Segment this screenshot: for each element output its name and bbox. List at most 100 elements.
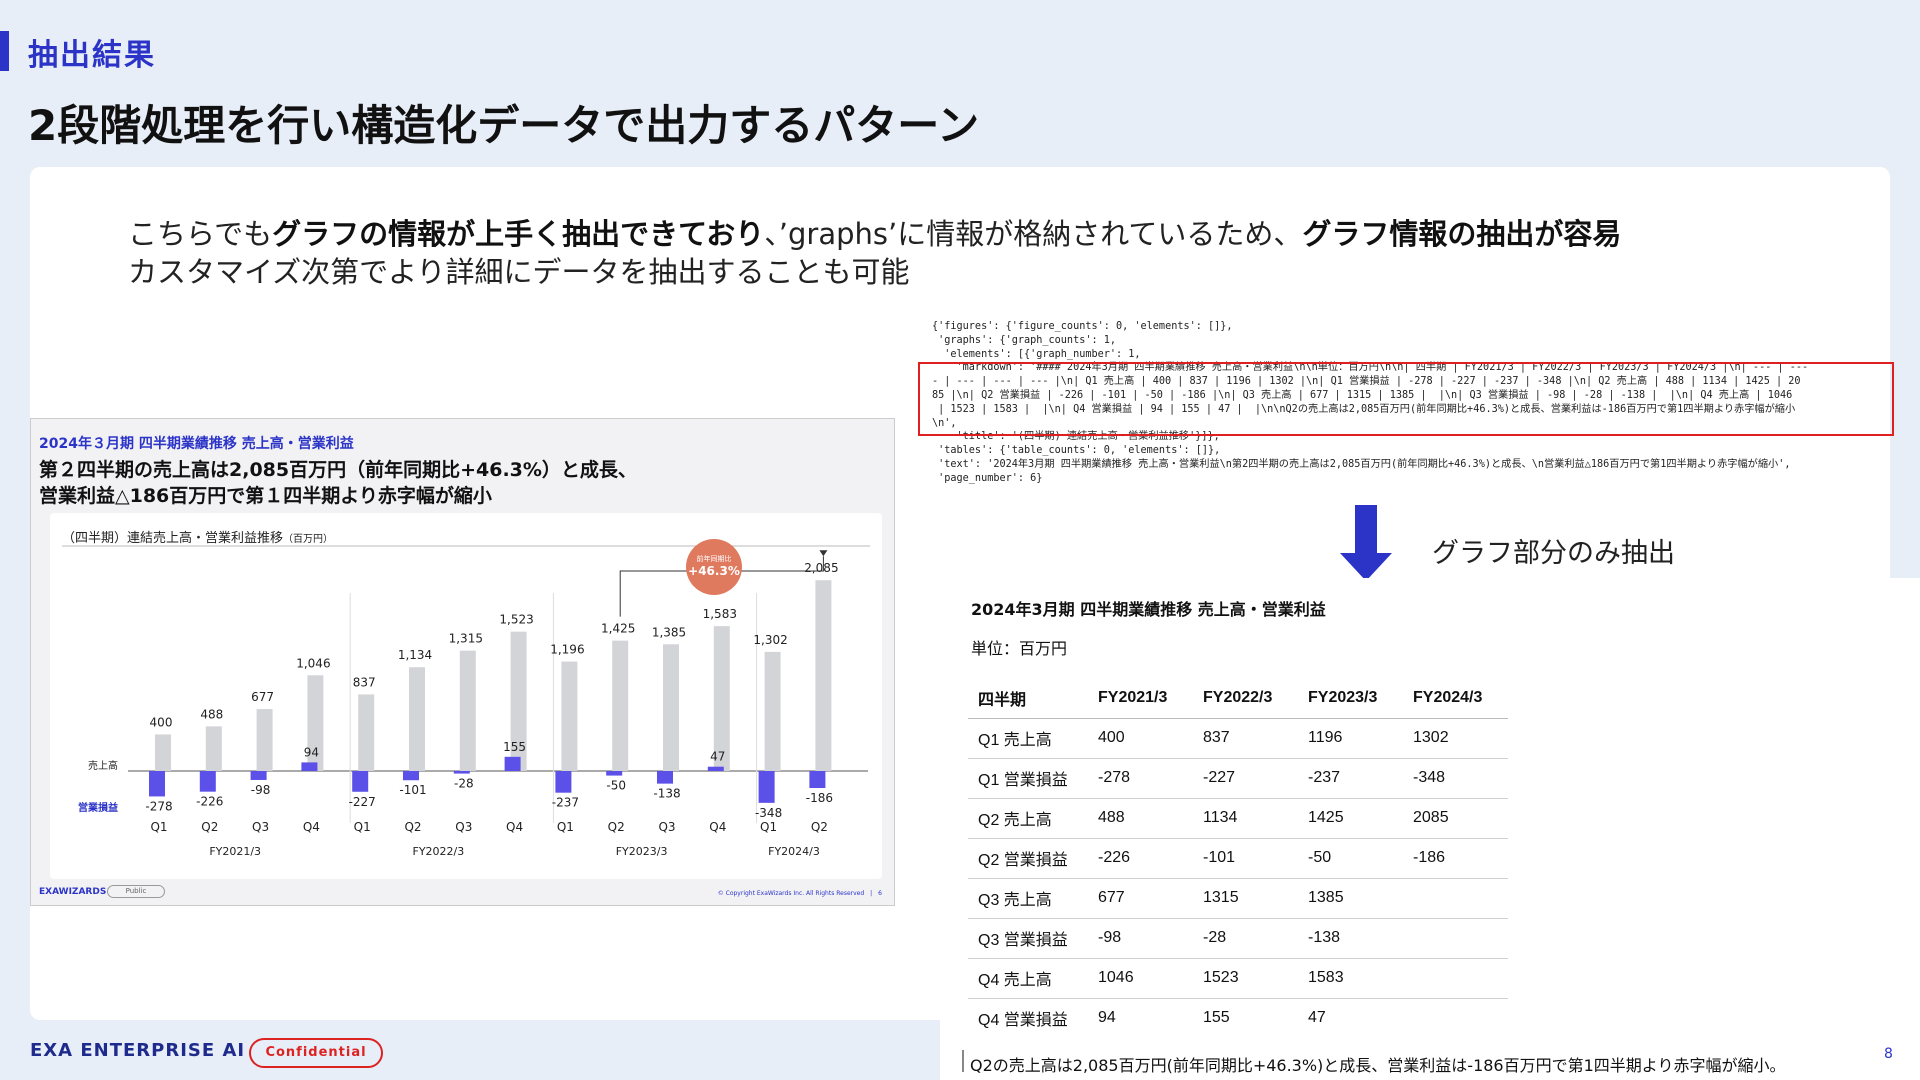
sales-data-label: 488 <box>200 707 223 721</box>
profit-bar <box>301 762 318 771</box>
table-cell: 1196 <box>1298 717 1403 758</box>
x-tick-label: Q4 <box>303 820 320 834</box>
table-cell: 1134 <box>1193 797 1298 838</box>
lead-line-2: カスタマイズ次第でより詳細にデータを抽出することも可能 <box>128 255 910 289</box>
sales-data-label: 1,046 <box>296 656 330 670</box>
sales-data-label: 1,134 <box>398 648 432 662</box>
table-cell: 47 <box>1298 997 1403 1038</box>
sales-data-label: 1,425 <box>601 622 635 636</box>
table-row: Q3 営業損益 -98 -28 -138 <box>968 917 1508 958</box>
table-cell: Q4 売上高 <box>968 957 1088 998</box>
table-row: Q1 営業損益 -278 -227 -237 -348 <box>968 757 1508 798</box>
profit-bar <box>657 771 673 784</box>
lead-text-bold: グラフ情報の抽出が容易 <box>1302 217 1622 251</box>
result-note: Q2の売上高は2,085百万円(前年同期比+46.3%)と成長、営業利益は-18… <box>970 1056 1786 1075</box>
table-row: Q2 営業損益 -226 -101 -50 -186 <box>968 837 1508 878</box>
bar-chart: 売上高営業損益 400 -278 Q1 488 -226 Q2 677 -98 Q3 1,046 94… <box>62 539 870 858</box>
table-cell: -348 <box>1403 757 1508 798</box>
table-cell: -98 <box>1088 917 1193 958</box>
table-cell: Q3 売上高 <box>968 877 1088 918</box>
table-cell: 488 <box>1088 797 1193 838</box>
x-tick-label: Q3 <box>455 820 472 834</box>
x-tick-label: Q1 <box>150 820 167 834</box>
confidential-badge: Confidential <box>249 1038 383 1068</box>
sales-data-label: 837 <box>353 675 376 689</box>
x-tick-label: Q3 <box>252 820 269 834</box>
slide-kicker: 2024年３月期 四半期業績推移 売上高・営業利益 <box>39 436 354 452</box>
profit-data-label: -237 <box>552 796 579 810</box>
profit-data-label: -138 <box>653 787 680 801</box>
table-cell: 1385 <box>1298 877 1403 918</box>
table-cell: 677 <box>1088 877 1193 918</box>
code-line: 'page_number': 6} <box>932 472 1043 484</box>
table-cell: 1315 <box>1193 877 1298 918</box>
table-cell: Q2 売上高 <box>968 797 1088 838</box>
section-accent-bar <box>0 31 9 71</box>
profit-data-label: -278 <box>145 799 172 813</box>
sales-bar <box>764 651 781 771</box>
x-tick-label: Q1 <box>354 820 371 834</box>
table-cell: 2085 <box>1403 797 1508 838</box>
lead-text-bold: グラフの情報が上手く抽出できており <box>272 217 765 251</box>
slide-headline-line-2: 営業利益△186百万円で第１四半期より赤字幅が縮小 <box>39 485 492 507</box>
table-header-cell: FY2021/3 <box>1088 678 1193 719</box>
code-line: {'figures': {'figure_counts': 0, 'elemen… <box>932 321 1233 332</box>
profit-data-label: -28 <box>454 777 474 791</box>
sales-data-label: 400 <box>150 715 173 729</box>
x-group-label: FY2024/3 <box>768 845 820 858</box>
table-cell: -226 <box>1088 837 1193 878</box>
sales-bar <box>256 709 273 771</box>
x-tick-label: Q2 <box>608 820 625 834</box>
x-tick-label: Q2 <box>201 820 218 834</box>
sales-data-label: 1,302 <box>753 633 787 647</box>
code-line: 'text': '2024年3月期 四半期業績推移 売上高・営業利益\n第2四半… <box>932 458 1791 470</box>
profit-bar <box>555 771 572 793</box>
yoy-badge-value: +46.3% <box>688 564 740 578</box>
profit-data-label: -186 <box>806 791 833 805</box>
result-unit: 単位：百万円 <box>971 639 1068 658</box>
table-cell: -237 <box>1298 757 1403 798</box>
arrow-label: グラフ部分のみ抽出 <box>1432 538 1675 569</box>
table-header-cell: FY2023/3 <box>1298 678 1403 719</box>
slide-headline-line-1: 第２四半期の売上高は2,085百万円（前年同期比+46.3%）と成長、 <box>39 459 637 481</box>
sales-bar <box>205 726 222 771</box>
profit-bar <box>453 771 470 774</box>
page-number: 8 <box>1884 1046 1893 1062</box>
table-cell <box>1403 917 1508 958</box>
table-cell: 1046 <box>1088 957 1193 998</box>
series-label-sales: 売上高 <box>88 759 118 772</box>
profit-bar <box>606 771 623 776</box>
profit-bar <box>403 771 419 781</box>
table-cell: 1425 <box>1298 797 1403 838</box>
slide-footer-logo: EXAWIZARDS <box>39 887 107 897</box>
lead-line-1: こちらでもグラフの情報が上手く抽出できており、’graphs’に情報が格納されて… <box>128 215 1621 253</box>
slide-footer-copyright: © Copyright ExaWizards Inc. All Rights R… <box>717 890 882 897</box>
table-header-cell: FY2024/3 <box>1403 678 1508 719</box>
table-cell: 94 <box>1088 997 1193 1038</box>
lead-text-plain: こちらでも <box>128 217 273 251</box>
slide-headline: 第２四半期の売上高は2,085百万円（前年同期比+46.3%）と成長、 営業利益… <box>39 457 637 509</box>
sales-data-label: 1,523 <box>499 613 533 627</box>
series-label-profit: 営業損益 <box>78 801 118 814</box>
code-line: 'tables': {'table_counts': 0, 'elements'… <box>932 445 1221 457</box>
sales-bar <box>155 734 171 771</box>
profit-bar <box>758 771 775 803</box>
table-cell: Q4 営業損益 <box>968 997 1088 1038</box>
table-cell: -50 <box>1298 837 1403 878</box>
table-cell: 837 <box>1193 717 1298 758</box>
highlight-box <box>918 362 1894 436</box>
extracted-result-panel: 2024年3月期 四半期業績推移 売上高・営業利益 単位：百万円 四半期 FY20… <box>940 578 1920 1080</box>
table-cell: 1523 <box>1193 957 1298 998</box>
x-tick-label: Q2 <box>811 820 828 834</box>
page-title: 2段階処理を行い構造化データで出力するパターン <box>28 101 980 150</box>
profit-bar <box>199 771 216 792</box>
profit-bar <box>250 771 267 780</box>
profit-data-label: 94 <box>304 745 319 759</box>
table-cell: Q1 売上高 <box>968 717 1088 758</box>
yoy-arrow-icon <box>819 550 828 557</box>
profit-data-label: 47 <box>710 750 725 764</box>
sales-bar <box>459 650 476 771</box>
sales-data-label: 1,196 <box>550 643 584 657</box>
x-tick-label: Q2 <box>404 820 421 834</box>
x-tick-label: Q4 <box>506 820 523 834</box>
